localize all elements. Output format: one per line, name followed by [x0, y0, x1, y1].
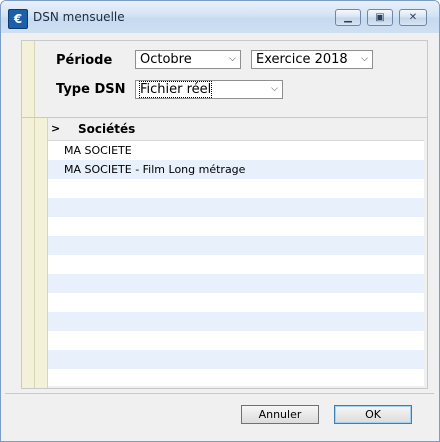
maximize-button[interactable]: ▣: [367, 9, 393, 26]
list-item[interactable]: [48, 369, 424, 388]
chevron-down-icon: ⌵: [361, 54, 368, 64]
chevron-down-icon: ⌵: [229, 54, 236, 64]
title-bar[interactable]: € DSN mensuelle ▁ ▣ ✕: [1, 1, 439, 33]
ok-button[interactable]: OK: [334, 405, 412, 424]
filter-panel: Période Octobre ⌵ Exercice 2018 ⌵ Type D…: [21, 40, 428, 120]
list-item[interactable]: MA SOCIETE: [48, 141, 424, 160]
panel-stripe: [22, 41, 35, 119]
periode-value: Octobre: [140, 52, 192, 67]
list-item[interactable]: [48, 255, 424, 274]
list-header[interactable]: > Sociétés: [48, 122, 426, 139]
periode-label: Période: [56, 53, 113, 68]
type-dsn-value: Fichier réel: [138, 81, 213, 98]
dialog-content: Période Octobre ⌵ Exercice 2018 ⌵ Type D…: [5, 33, 434, 433]
minimize-button[interactable]: ▁: [335, 9, 361, 26]
list-item[interactable]: MA SOCIETE - Film Long métrage: [48, 160, 424, 179]
list-item[interactable]: [48, 198, 424, 217]
footer-divider: [5, 393, 434, 394]
societes-list[interactable]: MA SOCIETE MA SOCIETE - Film Long métrag…: [48, 140, 424, 386]
societes-header: Sociétés: [78, 122, 136, 136]
list-item[interactable]: [48, 274, 424, 293]
type-dsn-select[interactable]: Fichier réel ⌵: [135, 80, 283, 99]
close-button[interactable]: ✕: [399, 9, 427, 26]
maximize-icon: ▣: [375, 12, 385, 23]
exercice-value: Exercice 2018: [256, 52, 348, 67]
type-dsn-label: Type DSN: [56, 82, 126, 97]
minimize-icon: ▁: [344, 12, 352, 23]
list-item[interactable]: [48, 293, 424, 312]
periode-select[interactable]: Octobre ⌵: [135, 50, 241, 69]
list-item[interactable]: [48, 350, 424, 369]
close-icon: ✕: [408, 12, 418, 23]
list-item[interactable]: [48, 312, 424, 331]
list-item[interactable]: [48, 331, 424, 350]
list-item[interactable]: [48, 236, 424, 255]
societes-panel: > Sociétés MA SOCIETE MA SOCIETE - Film …: [21, 117, 428, 389]
expand-icon[interactable]: >: [51, 122, 60, 135]
exercice-select[interactable]: Exercice 2018 ⌵: [251, 50, 373, 69]
panel-stripe-inner: [35, 118, 48, 388]
chevron-down-icon: ⌵: [271, 84, 278, 94]
list-item[interactable]: [48, 179, 424, 198]
app-icon: €: [8, 9, 28, 29]
window-title: DSN mensuelle: [33, 10, 125, 24]
cancel-button[interactable]: Annuler: [241, 405, 319, 424]
list-item[interactable]: [48, 217, 424, 236]
panel-stripe: [22, 118, 35, 388]
dsn-window: € DSN mensuelle ▁ ▣ ✕ Période Octobre ⌵ …: [0, 0, 440, 442]
